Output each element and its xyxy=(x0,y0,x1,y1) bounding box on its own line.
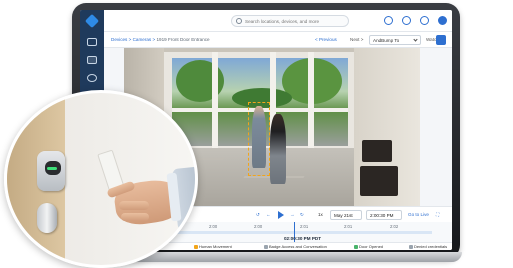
lobby-chair xyxy=(360,166,398,196)
lobby-chair xyxy=(362,140,392,162)
inbox-icon[interactable] xyxy=(87,38,97,46)
legend-swatch xyxy=(194,244,198,249)
legend-swatch xyxy=(409,244,413,249)
time-picker[interactable]: 2:00:30 PM xyxy=(366,210,402,220)
logo-icon xyxy=(84,13,100,29)
marketing-composite: Devices > Cameras > 1919 Front Door Entr… xyxy=(0,0,513,268)
devices-icon[interactable] xyxy=(87,56,97,64)
search-icon xyxy=(236,18,242,24)
sort-value: AndBump To xyxy=(373,38,400,43)
forward-icon[interactable]: ↻ xyxy=(300,212,304,218)
help-icon[interactable] xyxy=(402,16,411,25)
timeline-tick: 2:01 xyxy=(344,224,353,229)
rewind-icon[interactable]: ↺ xyxy=(256,212,260,218)
go-live-button[interactable]: Go to Live xyxy=(408,212,429,217)
timeline-tick: 2:02 xyxy=(390,224,399,229)
breadcrumb-camera: 1919 Front Door Entrance xyxy=(156,37,210,42)
settings-icon[interactable] xyxy=(420,16,429,25)
step-forward-icon[interactable]: → xyxy=(290,212,295,217)
finger xyxy=(119,201,149,210)
legend-label: Human Movement xyxy=(199,244,232,249)
legend-item[interactable]: Door Opened xyxy=(354,244,383,249)
next-button[interactable]: Next > xyxy=(350,37,363,42)
legend-item[interactable]: Badge Access and Conversation xyxy=(264,244,327,249)
sort-dropdown[interactable]: AndBump To xyxy=(369,35,421,45)
legend-label: Denied credentials xyxy=(414,244,448,249)
reader-led xyxy=(47,167,57,170)
door-handle xyxy=(37,203,57,233)
legend-swatch xyxy=(264,244,268,249)
finger xyxy=(121,213,149,221)
avatar[interactable] xyxy=(438,16,447,25)
badge-reader xyxy=(37,151,65,191)
grid-view-button[interactable] xyxy=(436,35,446,45)
camera-header: Devices > Cameras > 1919 Front Door Entr… xyxy=(104,32,452,48)
legend-label: Door Opened xyxy=(359,244,384,249)
location-icon[interactable] xyxy=(87,74,97,82)
timeline-tick: 2:01 xyxy=(300,224,309,229)
timeline-tick: 2:00 xyxy=(254,224,263,229)
notification-icon[interactable] xyxy=(384,16,393,25)
badge-reader-photo xyxy=(4,90,198,268)
legend-item[interactable]: Human Movement xyxy=(194,244,232,249)
breadcrumb: Devices > Cameras > 1919 Front Door Entr… xyxy=(111,37,210,42)
person xyxy=(270,114,286,184)
top-bar xyxy=(104,10,452,32)
speed-label[interactable]: 1x xyxy=(318,212,323,217)
step-back-icon[interactable]: ← xyxy=(266,212,271,217)
breadcrumb-devices[interactable]: Devices xyxy=(111,37,127,42)
previous-button[interactable]: < Previous xyxy=(315,37,337,42)
breadcrumb-cameras[interactable]: Cameras xyxy=(133,37,152,42)
play-button[interactable] xyxy=(278,211,284,219)
legend-label: Badge Access and Conversation xyxy=(269,244,327,249)
current-time: 02:00:30 PM PDT xyxy=(284,236,322,241)
timeline-tick: 2:00 xyxy=(209,224,218,229)
date-picker[interactable]: May 21st xyxy=(330,210,362,220)
legend-swatch xyxy=(354,244,358,249)
chevron-down-icon xyxy=(413,37,418,42)
legend-item[interactable]: Denied credentials xyxy=(409,244,447,249)
search-bar[interactable] xyxy=(231,15,349,27)
fullscreen-icon[interactable]: ⛶ xyxy=(436,212,439,217)
detection-box xyxy=(248,102,270,176)
search-input[interactable] xyxy=(245,17,345,26)
